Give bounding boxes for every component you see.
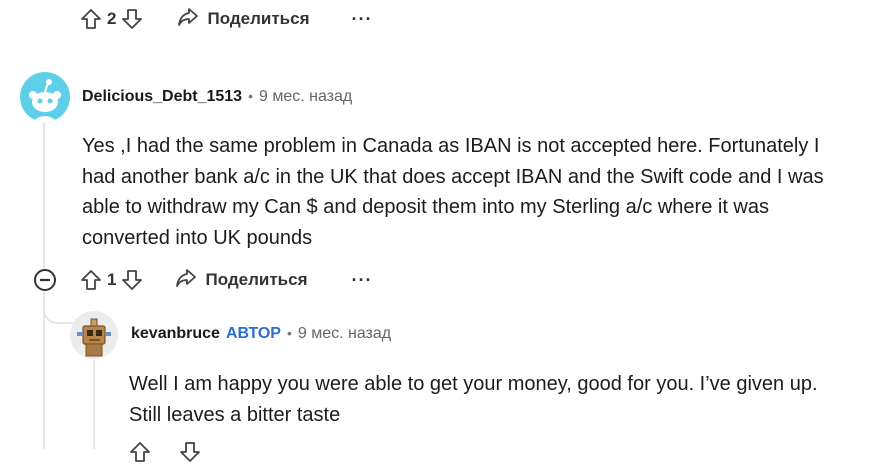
upvote-icon[interactable]: [80, 269, 102, 291]
timestamp[interactable]: 9 мес. назад: [259, 88, 352, 106]
meta-separator: •: [248, 88, 253, 104]
comment-body: Well I am happy you were able to get you…: [129, 369, 869, 430]
comment-line: Yes ,I had the same problem in Canada as…: [82, 135, 820, 157]
comment-line: Still leaves a bitter taste: [129, 403, 341, 426]
comment-line: able to withdraw my Can $ and deposit th…: [82, 196, 769, 218]
vote-count: 2: [107, 9, 117, 28]
downvote-icon[interactable]: [121, 8, 143, 30]
collapse-icon: [34, 269, 56, 291]
downvote-icon[interactable]: [121, 269, 143, 291]
vote-count: 1: [107, 270, 117, 289]
share-button[interactable]: Поделиться: [177, 7, 310, 32]
top-actions: 2 Поделиться ···: [80, 7, 372, 31]
share-label: Поделиться: [205, 270, 308, 289]
author-name[interactable]: Delicious_Debt_1513: [82, 88, 242, 106]
collapse-button[interactable]: [33, 268, 57, 292]
comment-line: had another bank a/c in the UK that does…: [82, 165, 824, 188]
comment-line: converted into UK pounds: [82, 226, 313, 249]
comment-line: Well I am happy you were able to get you…: [129, 373, 818, 395]
share-label: Поделиться: [207, 9, 310, 28]
meta-separator: •: [286, 325, 292, 341]
more-options-button[interactable]: ···: [352, 270, 373, 291]
comment-header: kevanbruce АВТОР • 9 мес. назад: [131, 325, 391, 343]
comment-header: Delicious_Debt_1513 • 9 мес. назад: [82, 88, 352, 106]
reply-thread-line[interactable]: [93, 360, 95, 449]
upvote-icon[interactable]: [129, 441, 151, 463]
robot-avatar-icon: [70, 311, 118, 359]
share-icon: [175, 268, 197, 293]
avatar[interactable]: [69, 310, 119, 360]
more-options-button[interactable]: ···: [352, 9, 373, 30]
avatar[interactable]: [20, 72, 70, 122]
downvote-icon[interactable]: [179, 441, 201, 463]
share-icon: [177, 7, 199, 32]
upvote-icon[interactable]: [80, 8, 102, 30]
reply-actions-partial: [129, 440, 201, 464]
share-button[interactable]: Поделиться: [175, 268, 308, 293]
comment-actions: 1 Поделиться ···: [80, 268, 372, 292]
snoo-avatar-icon: [20, 72, 70, 122]
author-name[interactable]: kevanbruce: [131, 325, 220, 343]
op-badge: АВТОР: [225, 325, 281, 342]
timestamp[interactable]: 9 мес. назад: [298, 325, 391, 343]
comment-body: Yes ,I had the same problem in Canada as…: [82, 131, 862, 253]
